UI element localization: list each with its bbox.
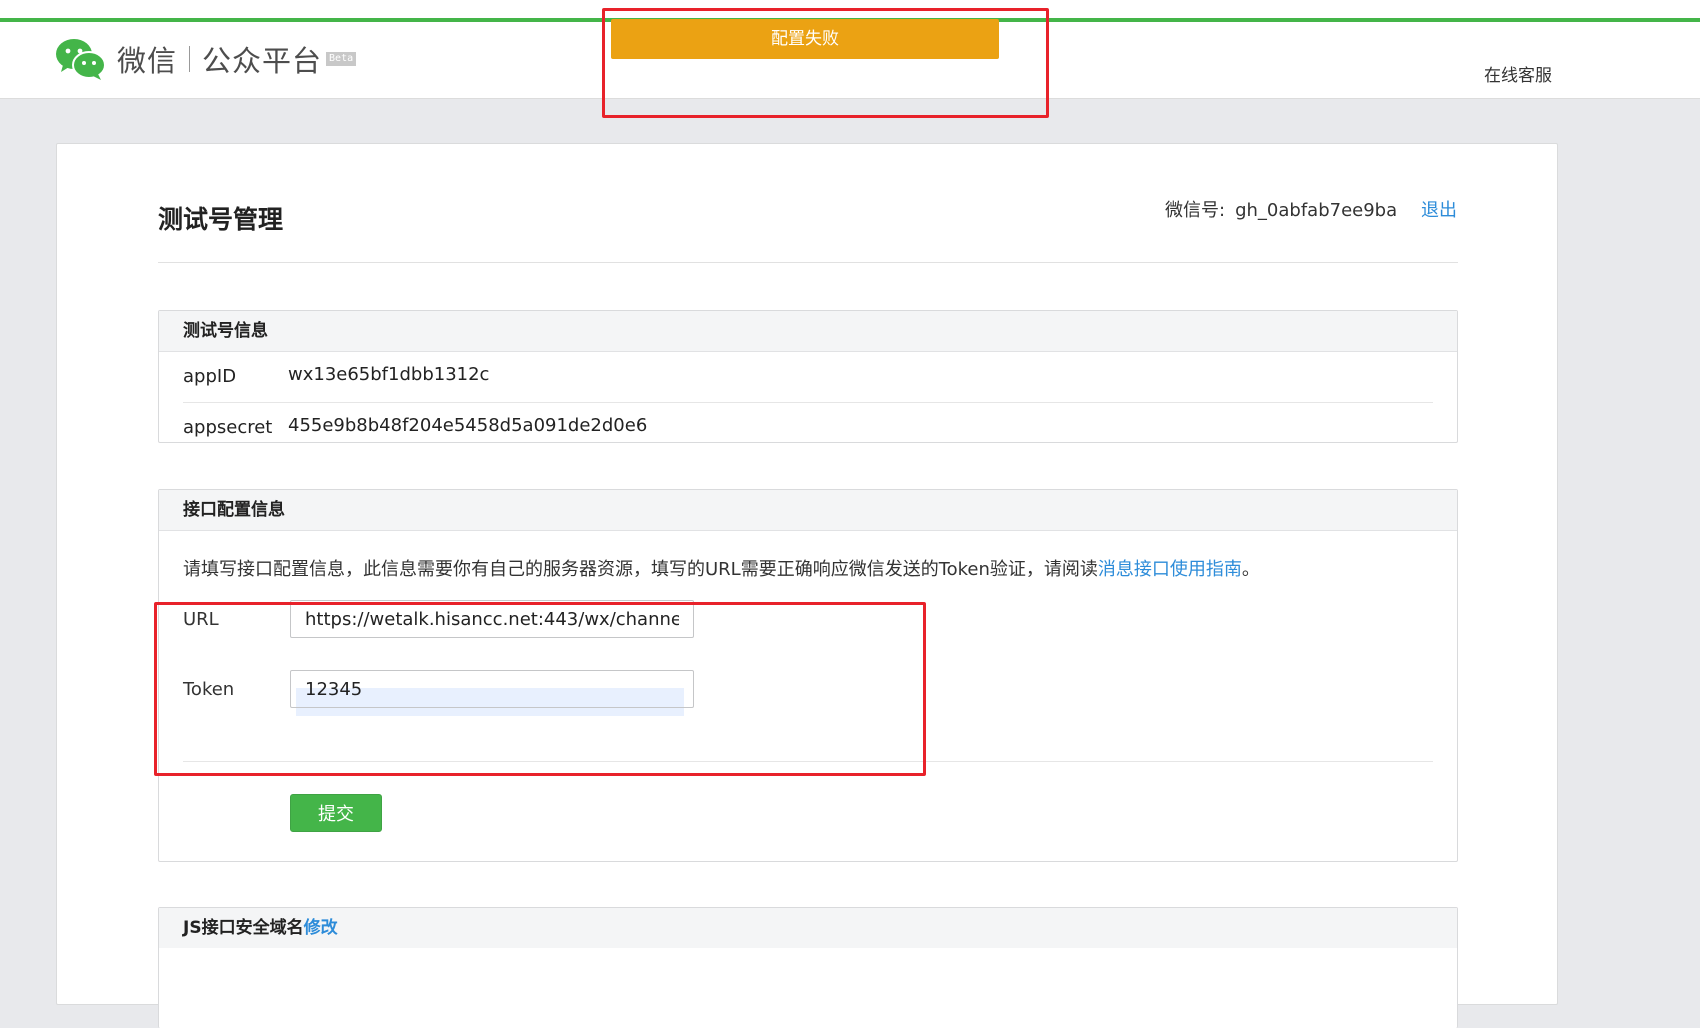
js-domain-panel: JS接口安全域名修改 bbox=[158, 907, 1458, 1028]
message-guide-link[interactable]: 消息接口使用指南 bbox=[1098, 559, 1242, 580]
account-id: gh_0abfab7ee9ba bbox=[1235, 200, 1398, 221]
info-key: appsecret bbox=[183, 417, 273, 438]
logo-divider bbox=[189, 46, 191, 72]
logout-link[interactable]: 退出 bbox=[1421, 196, 1457, 222]
wechat-logo[interactable]: 微信 公众平台 Beta bbox=[55, 37, 357, 81]
info-value: 455e9b8b48f204e5458d5a091de2d0e6 bbox=[288, 415, 648, 436]
js-domain-title: JS接口安全域名 bbox=[183, 918, 304, 938]
annotation-box-form bbox=[154, 602, 926, 776]
account-label: 微信号: bbox=[1165, 200, 1226, 221]
annotation-box-toast bbox=[602, 8, 1049, 118]
page-title: 测试号管理 bbox=[158, 205, 284, 234]
info-key: appID bbox=[183, 366, 237, 387]
info-row-appid: appID wx13e65bf1dbb1312c bbox=[183, 352, 1433, 403]
info-value: wx13e65bf1dbb1312c bbox=[288, 364, 490, 385]
config-description: 请填写接口配置信息，此信息需要你有自己的服务器资源，填写的URL需要正确响应微信… bbox=[183, 555, 1260, 581]
brand-name: 微信 bbox=[117, 44, 178, 78]
js-domain-panel-title: JS接口安全域名修改 bbox=[159, 908, 1457, 948]
config-description-end: 。 bbox=[1241, 559, 1260, 580]
wechat-icon bbox=[55, 37, 107, 81]
account-info: 微信号: gh_0abfab7ee9ba bbox=[1165, 196, 1397, 222]
test-account-panel-title: 测试号信息 bbox=[159, 311, 1457, 352]
submit-button[interactable]: 提交 bbox=[290, 794, 382, 832]
info-row-appsecret: appsecret 455e9b8b48f204e5458d5a091de2d0… bbox=[183, 403, 1433, 453]
test-account-panel: 测试号信息 appID wx13e65bf1dbb1312c appsecret… bbox=[158, 310, 1458, 443]
beta-badge: Beta bbox=[326, 52, 357, 66]
customer-service-link[interactable]: 在线客服 bbox=[1484, 61, 1552, 86]
product-name: 公众平台 bbox=[202, 44, 323, 78]
interface-config-panel-title: 接口配置信息 bbox=[159, 490, 1457, 531]
main-card: 测试号管理 微信号: gh_0abfab7ee9ba 退出 测试号信息 appID… bbox=[56, 143, 1558, 1028]
js-domain-edit-link[interactable]: 修改 bbox=[304, 918, 338, 938]
config-description-text: 请填写接口配置信息，此信息需要你有自己的服务器资源，填写的URL需要正确响应微信… bbox=[183, 559, 1098, 580]
title-divider bbox=[158, 262, 1458, 263]
